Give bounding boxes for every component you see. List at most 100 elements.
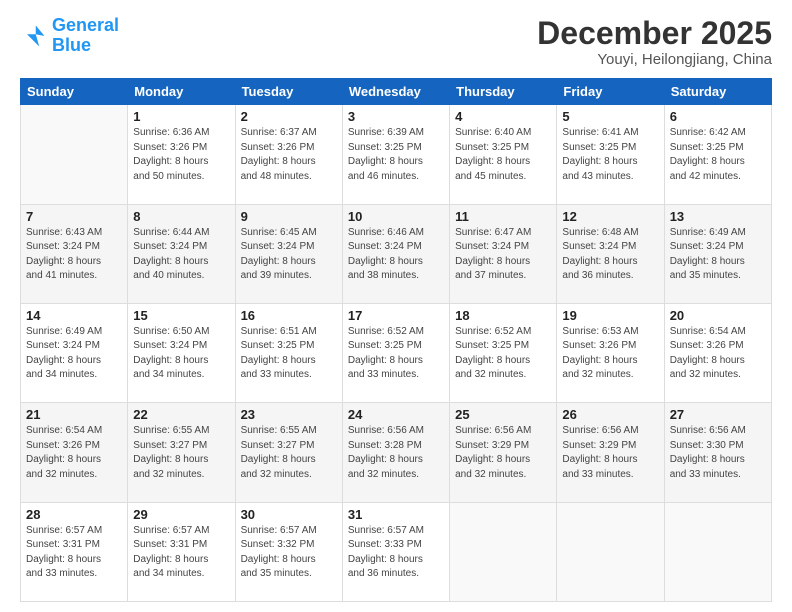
day-number: 17 [348,308,444,323]
day-cell: 1 Sunrise: 6:36 AM Sunset: 3:26 PM Daylig… [128,105,235,204]
day-number: 12 [562,209,658,224]
logo-blue: Blue [52,35,91,55]
day-cell: 5 Sunrise: 6:41 AM Sunset: 3:25 PM Daylig… [557,105,664,204]
day-cell: 17 Sunrise: 6:52 AM Sunset: 3:25 PM Dayli… [342,303,449,402]
day-cell: 21Sunrise: 6:54 AM Sunset: 3:26 PM Dayli… [21,403,128,502]
logo-icon [20,22,48,50]
day-cell: 18 Sunrise: 6:52 AM Sunset: 3:25 PM Dayli… [450,303,557,402]
col-thursday: Thursday [450,79,557,105]
day-cell: 24 Sunrise: 6:56 AM Sunset: 3:28 PM Dayli… [342,403,449,502]
day-detail: Sunrise: 6:55 AM Sunset: 3:27 PM Dayligh… [133,424,229,482]
day-number: 24 [348,407,444,422]
day-detail: Sunrise: 6:50 AM Sunset: 3:24 PM Dayligh… [133,325,229,383]
day-detail: Sunrise: 6:42 AM Sunset: 3:25 PM Dayligh… [670,126,766,184]
day-number: 31 [348,507,444,522]
day-cell: 30 Sunrise: 6:57 AM Sunset: 3:32 PM Dayli… [235,502,342,601]
day-cell: 19 Sunrise: 6:53 AM Sunset: 3:26 PM Dayli… [557,303,664,402]
day-cell: 6 Sunrise: 6:42 AM Sunset: 3:25 PM Daylig… [664,105,771,204]
day-detail: Sunrise: 6:56 AM Sunset: 3:28 PM Dayligh… [348,424,444,482]
page: General Blue December 2025 Youyi, Heilon… [0,0,792,612]
day-detail: Sunrise: 6:56 AM Sunset: 3:30 PM Dayligh… [670,424,766,482]
day-detail: Sunrise: 6:53 AM Sunset: 3:26 PM Dayligh… [562,325,658,383]
day-detail: Sunrise: 6:56 AM Sunset: 3:29 PM Dayligh… [455,424,551,482]
day-cell: 4Sunrise: 6:40 AM Sunset: 3:25 PM Daylig… [450,105,557,204]
day-cell: 14 Sunrise: 6:49 AM Sunset: 3:24 PM Dayli… [21,303,128,402]
col-monday: Monday [128,79,235,105]
day-number: 29 [133,507,229,522]
subtitle: Youyi, Heilongjiang, China [537,51,772,68]
day-cell: 23 Sunrise: 6:55 AM Sunset: 3:27 PM Dayli… [235,403,342,502]
day-cell: 7Sunrise: 6:43 AM Sunset: 3:24 PM Daylig… [21,204,128,303]
day-number: 2 [241,109,337,124]
day-detail: Sunrise: 6:41 AM Sunset: 3:25 PM Dayligh… [562,126,658,184]
day-number: 16 [241,308,337,323]
day-number: 21 [26,407,122,422]
day-number: 6 [670,109,766,124]
day-detail: Sunrise: 6:39 AM Sunset: 3:25 PM Dayligh… [348,126,444,184]
day-cell: 11Sunrise: 6:47 AM Sunset: 3:24 PM Dayli… [450,204,557,303]
day-number: 18 [455,308,551,323]
day-number: 30 [241,507,337,522]
day-detail: Sunrise: 6:52 AM Sunset: 3:25 PM Dayligh… [455,325,551,383]
day-detail: Sunrise: 6:52 AM Sunset: 3:25 PM Dayligh… [348,325,444,383]
header-row: Sunday Monday Tuesday Wednesday Thursday… [21,79,772,105]
day-cell [664,502,771,601]
day-detail: Sunrise: 6:51 AM Sunset: 3:25 PM Dayligh… [241,325,337,383]
day-detail: Sunrise: 6:57 AM Sunset: 3:31 PM Dayligh… [26,524,122,582]
day-detail: Sunrise: 6:57 AM Sunset: 3:33 PM Dayligh… [348,524,444,582]
week-row-2: 14 Sunrise: 6:49 AM Sunset: 3:24 PM Dayli… [21,303,772,402]
day-cell: 12Sunrise: 6:48 AM Sunset: 3:24 PM Dayli… [557,204,664,303]
day-cell: 26 Sunrise: 6:56 AM Sunset: 3:29 PM Dayli… [557,403,664,502]
day-detail: Sunrise: 6:57 AM Sunset: 3:31 PM Dayligh… [133,524,229,582]
day-cell: 31 Sunrise: 6:57 AM Sunset: 3:33 PM Dayli… [342,502,449,601]
header: General Blue December 2025 Youyi, Heilon… [20,16,772,68]
day-number: 13 [670,209,766,224]
day-number: 3 [348,109,444,124]
day-cell [557,502,664,601]
day-cell: 13 Sunrise: 6:49 AM Sunset: 3:24 PM Dayli… [664,204,771,303]
day-number: 1 [133,109,229,124]
day-number: 10 [348,209,444,224]
day-number: 28 [26,507,122,522]
day-cell [21,105,128,204]
day-cell: 27Sunrise: 6:56 AM Sunset: 3:30 PM Dayli… [664,403,771,502]
day-cell: 10 Sunrise: 6:46 AM Sunset: 3:24 PM Dayli… [342,204,449,303]
day-number: 26 [562,407,658,422]
day-cell: 22Sunrise: 6:55 AM Sunset: 3:27 PM Dayli… [128,403,235,502]
week-row-1: 7Sunrise: 6:43 AM Sunset: 3:24 PM Daylig… [21,204,772,303]
day-cell: 20 Sunrise: 6:54 AM Sunset: 3:26 PM Dayli… [664,303,771,402]
day-detail: Sunrise: 6:57 AM Sunset: 3:32 PM Dayligh… [241,524,337,582]
col-friday: Friday [557,79,664,105]
day-detail: Sunrise: 6:36 AM Sunset: 3:26 PM Dayligh… [133,126,229,184]
day-detail: Sunrise: 6:49 AM Sunset: 3:24 PM Dayligh… [670,226,766,284]
day-number: 20 [670,308,766,323]
day-number: 7 [26,209,122,224]
day-number: 5 [562,109,658,124]
day-detail: Sunrise: 6:40 AM Sunset: 3:25 PM Dayligh… [455,126,551,184]
day-cell: 25Sunrise: 6:56 AM Sunset: 3:29 PM Dayli… [450,403,557,502]
col-tuesday: Tuesday [235,79,342,105]
day-cell [450,502,557,601]
day-cell: 3 Sunrise: 6:39 AM Sunset: 3:25 PM Daylig… [342,105,449,204]
day-cell: 28 Sunrise: 6:57 AM Sunset: 3:31 PM Dayli… [21,502,128,601]
day-cell: 9 Sunrise: 6:45 AM Sunset: 3:24 PM Daylig… [235,204,342,303]
day-cell: 2 Sunrise: 6:37 AM Sunset: 3:26 PM Daylig… [235,105,342,204]
week-row-3: 21Sunrise: 6:54 AM Sunset: 3:26 PM Dayli… [21,403,772,502]
day-detail: Sunrise: 6:49 AM Sunset: 3:24 PM Dayligh… [26,325,122,383]
day-detail: Sunrise: 6:55 AM Sunset: 3:27 PM Dayligh… [241,424,337,482]
logo-general: General [52,15,119,35]
day-number: 14 [26,308,122,323]
day-detail: Sunrise: 6:37 AM Sunset: 3:26 PM Dayligh… [241,126,337,184]
day-number: 19 [562,308,658,323]
day-detail: Sunrise: 6:46 AM Sunset: 3:24 PM Dayligh… [348,226,444,284]
day-number: 15 [133,308,229,323]
week-row-4: 28 Sunrise: 6:57 AM Sunset: 3:31 PM Dayli… [21,502,772,601]
col-saturday: Saturday [664,79,771,105]
day-number: 9 [241,209,337,224]
day-detail: Sunrise: 6:54 AM Sunset: 3:26 PM Dayligh… [670,325,766,383]
day-detail: Sunrise: 6:44 AM Sunset: 3:24 PM Dayligh… [133,226,229,284]
day-number: 23 [241,407,337,422]
title-block: December 2025 Youyi, Heilongjiang, China [537,16,772,68]
day-detail: Sunrise: 6:45 AM Sunset: 3:24 PM Dayligh… [241,226,337,284]
day-detail: Sunrise: 6:56 AM Sunset: 3:29 PM Dayligh… [562,424,658,482]
